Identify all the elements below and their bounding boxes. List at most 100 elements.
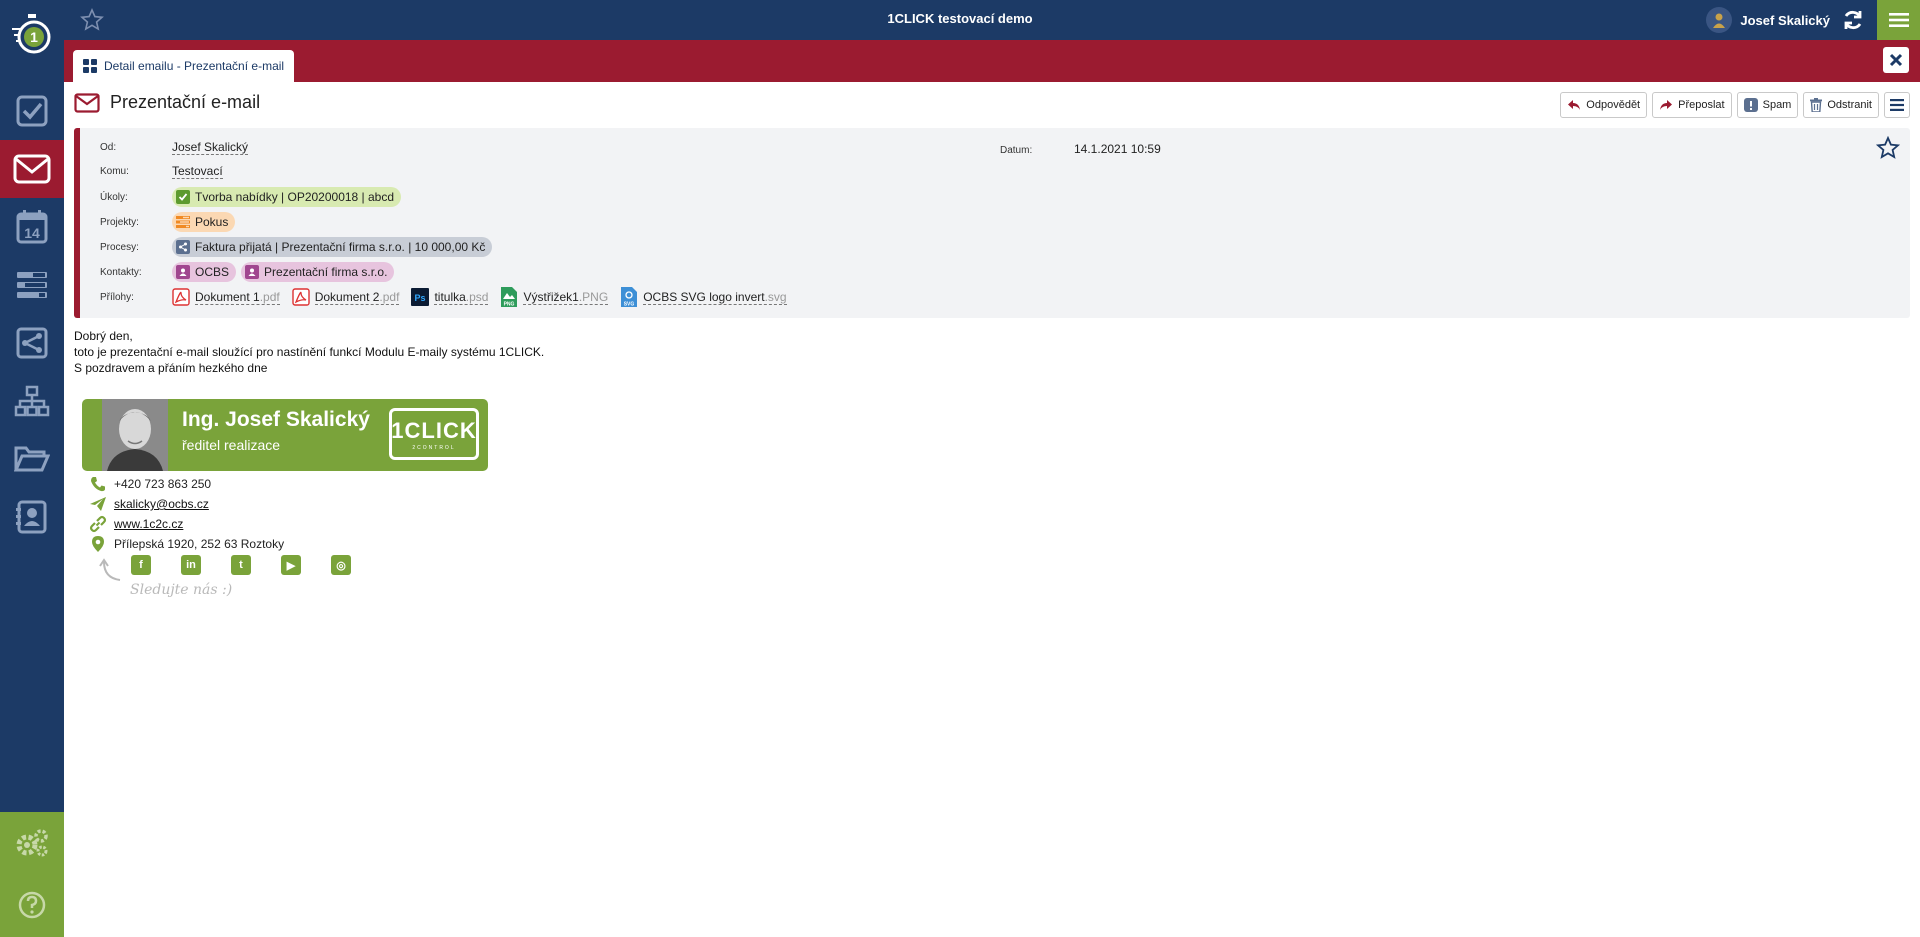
- location-pin-icon: [92, 536, 104, 552]
- sidebar-item-tasks[interactable]: [0, 82, 64, 140]
- delete-button[interactable]: Odstranit: [1803, 92, 1879, 118]
- instagram-icon[interactable]: ◎: [331, 555, 351, 575]
- close-icon: [1889, 53, 1903, 67]
- close-tab-button[interactable]: [1883, 47, 1909, 73]
- link-icon: [89, 515, 107, 533]
- signature-name: Ing. Josef Skalický: [182, 408, 370, 431]
- date-value: 14.1.2021 10:59: [1074, 142, 1161, 156]
- facebook-icon[interactable]: f: [131, 555, 151, 575]
- sidebar-item-org-chart[interactable]: [0, 372, 64, 430]
- email-subject: Prezentační e-mail: [110, 92, 261, 112]
- pdf-icon: [292, 288, 310, 306]
- reply-button[interactable]: Odpovědět: [1560, 92, 1648, 118]
- forward-button[interactable]: Přeposlat: [1652, 92, 1732, 118]
- to-link[interactable]: Testovací: [172, 164, 223, 179]
- to-row: Komu: Testovací: [100, 164, 223, 179]
- contact-card-icon: [176, 265, 190, 279]
- project-bars-icon: [176, 215, 190, 229]
- projects-row: Projekty: Pokus: [100, 212, 240, 232]
- from-link[interactable]: Josef Skalický: [172, 140, 249, 155]
- more-actions-button[interactable]: [1884, 92, 1910, 118]
- org-chart-icon: [14, 385, 50, 417]
- main-menu-button[interactable]: [1877, 0, 1920, 40]
- twitter-icon[interactable]: t: [231, 555, 251, 575]
- from-row: Od: Josef Skalický: [100, 140, 249, 155]
- sidebar-item-help[interactable]: [0, 874, 64, 936]
- reply-icon: [1568, 100, 1581, 110]
- email-subject-header: Prezentační e-mail: [74, 92, 260, 113]
- sidebar-item-documents[interactable]: [0, 430, 64, 488]
- email-row: skalicky@ocbs.cz: [82, 494, 284, 514]
- png-icon: PNG: [501, 287, 518, 307]
- email-actions: Odpovědět Přeposlat Spam Odstranit: [1560, 92, 1910, 118]
- tasks-label: Úkoly:: [100, 191, 128, 203]
- processes-icon: [16, 327, 48, 359]
- attachments-label: Přílohy:: [100, 291, 134, 303]
- user-avatar: [1706, 7, 1733, 33]
- help-icon: [18, 891, 46, 919]
- sidebar-item-calendar[interactable]: 14: [0, 198, 64, 256]
- folder-icon: [14, 446, 50, 472]
- user-name: Josef Skalický: [1740, 12, 1830, 28]
- project-chip[interactable]: Pokus: [172, 212, 236, 232]
- signature-web-link[interactable]: www.1c2c.cz: [114, 517, 183, 531]
- sidebar: 1 14: [0, 0, 64, 937]
- contact-card-icon: [245, 265, 260, 279]
- settings-icon: [16, 829, 48, 857]
- contacts-icon: [16, 500, 47, 534]
- sidebar-item-emails[interactable]: [0, 140, 64, 198]
- phone-icon: [91, 477, 105, 492]
- processes-row: Procesy: Faktura přijatá | Prezentační f…: [100, 237, 497, 257]
- projects-label: Projekty:: [100, 216, 139, 228]
- linkedin-icon[interactable]: in: [181, 555, 201, 575]
- svg-text:14: 14: [24, 225, 40, 241]
- processes-label: Procesy:: [100, 241, 139, 253]
- attachment-item[interactable]: PNG Výstřižek1.PNG: [500, 287, 609, 307]
- projects-icon: [17, 272, 47, 298]
- tab-bar: Detail emailu - Prezentační e-mail: [64, 40, 1920, 82]
- tab-email-detail[interactable]: Detail emailu - Prezentační e-mail: [73, 50, 295, 82]
- contact-chip-ocbs[interactable]: OCBS: [172, 262, 237, 282]
- signature-logo: 1CLICK 2CONTROL: [389, 408, 479, 460]
- signature-email-link[interactable]: skalicky@ocbs.cz: [114, 497, 209, 511]
- task-chip[interactable]: Tvorba nabídky | OP20200018 | abcd: [172, 187, 402, 207]
- svg-icon: SVG: [621, 287, 638, 307]
- attachment-item[interactable]: Dokument 1.pdf: [172, 288, 280, 306]
- curved-arrow-icon: [99, 558, 121, 581]
- attachment-item[interactable]: Dokument 2.pdf: [292, 288, 400, 306]
- sidebar-item-processes[interactable]: [0, 314, 64, 372]
- checkbox-icon: [176, 190, 190, 204]
- youtube-icon[interactable]: ▶: [281, 555, 301, 575]
- calendar-icon: 14: [16, 210, 48, 244]
- sidebar-item-settings[interactable]: [0, 812, 64, 874]
- svg-text:Ps: Ps: [415, 293, 426, 303]
- sidebar-bottom: [0, 812, 64, 937]
- date-label: Datum:: [1000, 145, 1033, 156]
- process-icon: [176, 240, 190, 254]
- person-photo-icon: [102, 399, 168, 471]
- signature-banner: Ing. Josef Skalický ředitel realizace 1C…: [82, 399, 488, 471]
- phone-row: +420 723 863 250: [82, 474, 284, 494]
- follow-us-text: Sledujte nás :): [130, 582, 233, 598]
- social-links: f in t ▶ ◎: [131, 555, 351, 575]
- hamburger-icon: [1890, 99, 1904, 111]
- attachment-item[interactable]: Ps titulka.psd: [411, 288, 489, 306]
- tasks-icon: [16, 95, 48, 127]
- refresh-icon[interactable]: [1842, 9, 1864, 31]
- from-label: Od:: [100, 142, 117, 153]
- attachment-item[interactable]: SVG OCBS SVG logo invert.svg: [620, 287, 787, 307]
- sidebar-item-contacts[interactable]: [0, 488, 64, 546]
- signature-contacts: +420 723 863 250 skalicky@ocbs.cz www.1c…: [82, 474, 284, 554]
- hamburger-icon: [1888, 13, 1909, 27]
- envelope-icon: [74, 92, 100, 113]
- user-menu[interactable]: Josef Skalický: [1706, 7, 1830, 33]
- sidebar-item-projects[interactable]: [0, 256, 64, 314]
- star-icon[interactable]: [1876, 136, 1900, 160]
- process-chip[interactable]: Faktura přijatá | Prezentační firma s.r.…: [172, 237, 493, 257]
- contacts-row: Kontakty: OCBS Prezentační firma s.r.o.: [100, 262, 399, 282]
- contact-chip-company[interactable]: Prezentační firma s.r.o.: [241, 262, 395, 282]
- contacts-label: Kontakty:: [100, 266, 142, 278]
- address-row: Přílepská 1920, 252 63 Roztoky: [82, 534, 284, 554]
- spam-button[interactable]: Spam: [1736, 92, 1799, 118]
- psd-icon: Ps: [411, 288, 430, 306]
